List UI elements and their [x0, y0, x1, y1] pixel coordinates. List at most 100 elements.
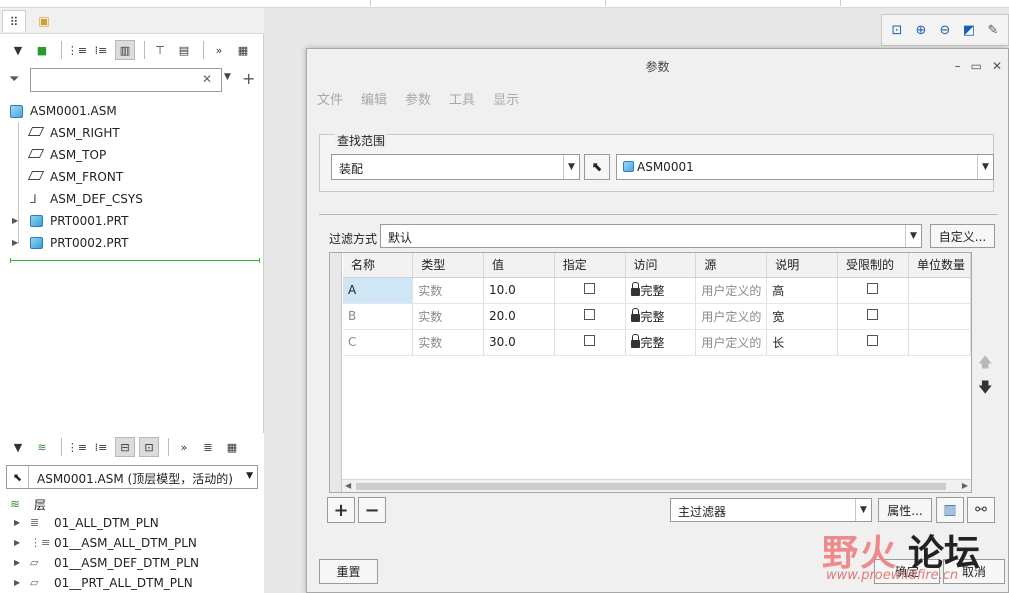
param-access-cell[interactable]: 完整: [625, 329, 697, 356]
more-icon[interactable]: »: [209, 40, 229, 60]
tree-item[interactable]: ▶ PRT0002.PRT: [0, 232, 262, 254]
param-restricted-cell[interactable]: [837, 303, 909, 330]
ok-button[interactable]: 确定: [874, 559, 940, 584]
param-units-cell[interactable]: [908, 303, 971, 330]
expand-icon[interactable]: ▶: [12, 238, 18, 247]
param-units-cell[interactable]: [908, 329, 971, 356]
param-value-cell[interactable]: 30.0: [483, 329, 555, 356]
param-source-cell[interactable]: 用户定义的: [695, 303, 768, 330]
param-type-cell[interactable]: 实数: [412, 329, 484, 356]
tree-item[interactable]: ASM_FRONT: [0, 166, 262, 188]
checkbox[interactable]: [867, 283, 879, 294]
search-button[interactable]: ⚯: [967, 497, 995, 523]
column-header[interactable]: 受限制的: [837, 253, 909, 278]
layer-display-icon[interactable]: ⊟: [115, 437, 135, 457]
table-columns-button[interactable]: ▥: [936, 497, 964, 523]
param-designate-cell[interactable]: [554, 303, 626, 330]
tree-item[interactable]: ASM_TOP: [0, 144, 262, 166]
layer-hide-icon[interactable]: ⊡: [139, 437, 159, 457]
model-tree-tab[interactable]: ⠿: [2, 10, 26, 32]
scroll-thumb[interactable]: [356, 483, 946, 490]
column-header[interactable]: 访问: [625, 253, 697, 278]
tree-item[interactable]: ▶ PRT0001.PRT: [0, 210, 262, 232]
layer-item[interactable]: ▶ ▱ 01__ASM_DEF_DTM_PLN: [0, 553, 260, 573]
column-header[interactable]: 名称: [343, 253, 414, 278]
assembly-icon[interactable]: ■: [32, 40, 52, 60]
layer-item[interactable]: ▶ ≣ 01_ALL_DTM_PLN: [0, 513, 260, 533]
param-type-cell[interactable]: 实数: [412, 277, 484, 304]
repaint-icon[interactable]: ◩: [960, 20, 978, 40]
layers-icon[interactable]: ≋: [32, 437, 52, 457]
checkbox[interactable]: [583, 309, 595, 320]
clear-icon[interactable]: ✕: [202, 72, 212, 86]
column-header[interactable]: 值: [483, 253, 555, 278]
settings-tree-icon[interactable]: ⊤: [150, 40, 170, 60]
expand-icon[interactable]: ▶: [14, 578, 20, 587]
zoom-out-icon[interactable]: ⊖: [936, 20, 954, 40]
param-access-cell[interactable]: 完整: [625, 277, 697, 304]
tree-filter-icon[interactable]: ⋮≡: [67, 40, 87, 60]
chevron-down-icon[interactable]: ▼: [563, 155, 579, 179]
param-restricted-cell[interactable]: [837, 329, 909, 356]
more-icon[interactable]: »: [174, 437, 194, 457]
param-source-cell[interactable]: 用户定义的: [695, 277, 768, 304]
param-units-cell[interactable]: [908, 277, 971, 304]
column-header[interactable]: 指定: [554, 253, 626, 278]
select-model-button[interactable]: ⬉: [584, 154, 610, 180]
main-filter-select[interactable]: 主过滤器 ▼: [670, 498, 872, 522]
move-up-icon[interactable]: 🡅: [978, 352, 992, 376]
add-parameter-button[interactable]: +: [327, 497, 355, 523]
expand-icon[interactable]: ▶: [14, 538, 20, 547]
chevron-down-icon[interactable]: ▼: [977, 155, 993, 179]
param-value-cell[interactable]: 10.0: [483, 277, 555, 304]
filter-select[interactable]: 默认 ▼: [380, 224, 922, 248]
display-icon[interactable]: ▥: [115, 40, 135, 60]
layer-properties-icon[interactable]: ≣: [198, 437, 218, 457]
cancel-button[interactable]: 取消: [943, 559, 1005, 584]
param-value-cell[interactable]: 20.0: [483, 303, 555, 330]
column-header[interactable]: 类型: [412, 253, 484, 278]
reset-button[interactable]: 重置: [319, 559, 378, 584]
collapse-icon[interactable]: ▼: [8, 437, 28, 457]
param-name-cell[interactable]: B: [343, 303, 414, 330]
expand-icon[interactable]: ▶: [14, 518, 20, 527]
layer-root[interactable]: ≋ 层: [0, 493, 260, 513]
insert-indicator[interactable]: [10, 258, 260, 263]
tree-item[interactable]: ASM_RIGHT: [0, 122, 262, 144]
move-down-icon[interactable]: 🡇: [978, 377, 992, 401]
options-icon[interactable]: ▦: [233, 40, 253, 60]
param-description-cell[interactable]: 高: [766, 277, 839, 304]
scroll-left-icon[interactable]: ◀: [345, 481, 351, 490]
select-cursor-icon[interactable]: ⬉: [7, 466, 29, 488]
layer-options-icon[interactable]: ▦: [222, 437, 242, 457]
scroll-right-icon[interactable]: ▶: [962, 481, 968, 490]
menu-tools[interactable]: 工具: [449, 89, 475, 108]
zoom-in-icon[interactable]: ⊕: [912, 20, 930, 40]
expand-icon[interactable]: ▶: [14, 558, 20, 567]
checkbox[interactable]: [583, 283, 595, 294]
chevron-down-icon[interactable]: ▼: [246, 471, 253, 481]
properties-button[interactable]: 属性...: [878, 498, 932, 522]
collapse-icon[interactable]: ▼: [8, 40, 28, 60]
column-header[interactable]: 源: [695, 253, 768, 278]
expand-icon[interactable]: ▶: [12, 216, 18, 225]
tree-columns-icon[interactable]: ⁞≡: [91, 40, 111, 60]
table-row[interactable]: B 实数 20.0 完整 用户定义的宽: [343, 303, 971, 330]
param-description-cell[interactable]: 长: [766, 329, 839, 356]
customize-button[interactable]: 自定义...: [930, 224, 995, 248]
chevron-down-icon[interactable]: ▼: [224, 72, 231, 82]
refit-icon[interactable]: ⊡: [888, 20, 906, 40]
scope-type-select[interactable]: 装配 ▼: [331, 154, 580, 180]
param-designate-cell[interactable]: [554, 329, 626, 356]
param-type-cell[interactable]: 实数: [412, 303, 484, 330]
param-name-cell[interactable]: C: [343, 329, 414, 356]
table-row[interactable]: A 实数 10.0 完整 用户定义的高: [343, 277, 971, 304]
menu-show[interactable]: 显示: [493, 89, 519, 108]
horizontal-scrollbar[interactable]: ◀ ▶: [342, 479, 971, 492]
tree-item[interactable]: ASM0001.ASM: [0, 100, 262, 122]
param-designate-cell[interactable]: [554, 277, 626, 304]
remove-parameter-button[interactable]: −: [358, 497, 386, 523]
chevron-down-icon[interactable]: ▼: [905, 225, 921, 247]
param-name-cell[interactable]: A: [343, 277, 414, 304]
layer-model-select[interactable]: ⬉ ASM0001.ASM (顶层模型，活动的) ▼: [6, 465, 258, 489]
